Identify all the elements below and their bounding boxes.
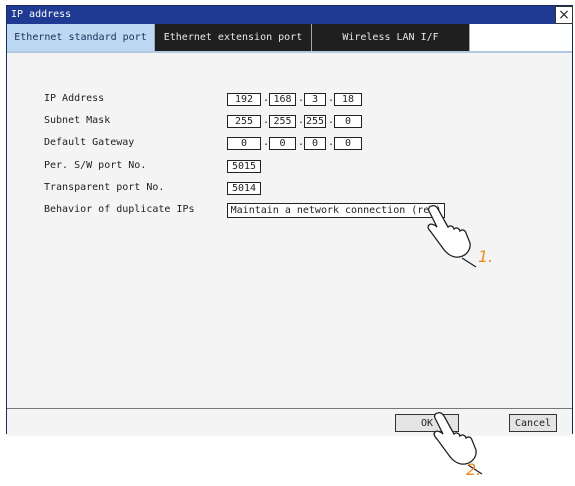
transparent-port-label: Transparent port No. — [44, 182, 165, 193]
subnet-mask-label: Subnet Mask — [44, 115, 111, 126]
tab-ethernet-standard-port[interactable]: Ethernet standard port — [7, 24, 155, 51]
tab-ethernet-extension-port[interactable]: Ethernet extension port — [155, 24, 312, 51]
ip-address-octet-1[interactable]: 192 — [227, 93, 261, 106]
subnet-mask-octet-4[interactable]: 0 — [334, 115, 362, 128]
sw-port-field[interactable]: 5015 — [227, 160, 261, 173]
settings-panel: IP Address 192 . 168 . 3 . 18 Subnet Mas… — [7, 53, 572, 408]
close-icon: × — [558, 7, 570, 23]
duplicate-ip-select[interactable]: Maintain a network connection (rec) — [227, 203, 445, 218]
sw-port-label: Per. S/W port No. — [44, 160, 147, 171]
step-1-label: 1. — [478, 247, 494, 266]
subnet-mask-octet-2[interactable]: 255 — [269, 115, 296, 128]
tab-wireless-lan[interactable]: Wireless LAN I/F — [312, 24, 470, 51]
duplicate-ip-label: Behavior of duplicate IPs — [44, 204, 195, 215]
ip-address-label: IP Address — [44, 93, 105, 104]
ip-address-octet-2[interactable]: 168 — [269, 93, 296, 106]
subnet-mask-octet-1[interactable]: 255 — [227, 115, 261, 128]
step-2-label: 2. — [466, 460, 482, 479]
tab-bar: Ethernet standard port Ethernet extensio… — [7, 24, 572, 52]
title-bar: IP address — [7, 6, 572, 24]
transparent-port-field[interactable]: 5014 — [227, 182, 261, 195]
default-gateway-octet-1[interactable]: 0 — [227, 137, 261, 150]
ip-address-octet-4[interactable]: 18 — [334, 93, 362, 106]
default-gateway-octet-2[interactable]: 0 — [269, 137, 296, 150]
default-gateway-label: Default Gateway — [44, 137, 135, 148]
dialog-title: IP address — [11, 9, 72, 20]
ip-address-dialog: IP address × Ethernet standard port Ethe… — [6, 5, 573, 436]
subnet-mask-octet-3[interactable]: 255 — [304, 115, 326, 128]
close-button[interactable]: × — [555, 6, 573, 24]
default-gateway-octet-4[interactable]: 0 — [334, 137, 362, 150]
touch-hand-icon — [427, 204, 477, 268]
ip-address-octet-3[interactable]: 3 — [304, 93, 326, 106]
default-gateway-octet-3[interactable]: 0 — [304, 137, 326, 150]
cancel-button[interactable]: Cancel — [509, 414, 557, 432]
